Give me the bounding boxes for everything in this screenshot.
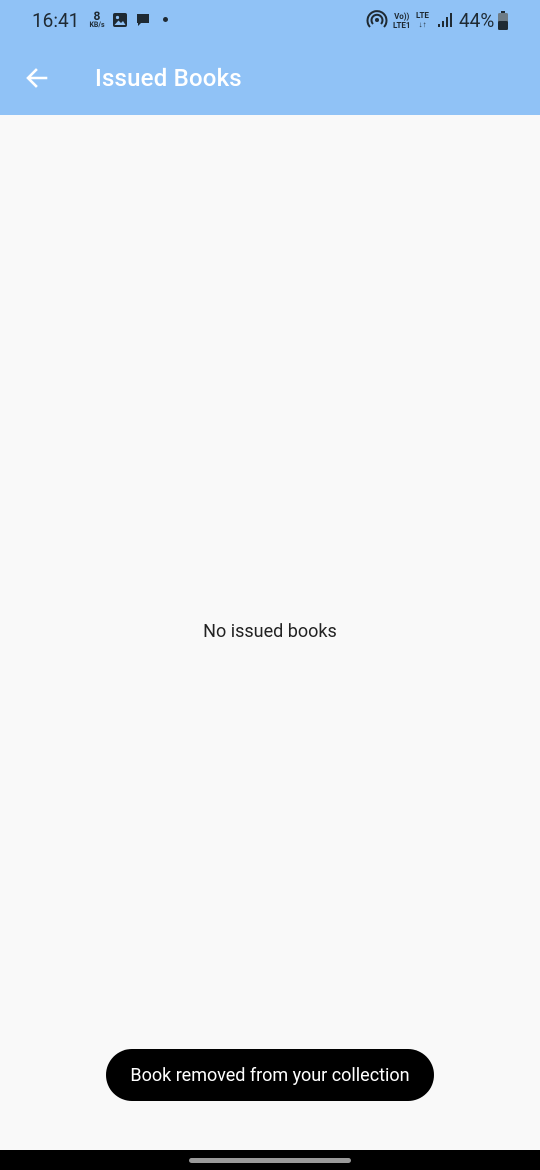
page-title: Issued Books [95,64,242,92]
volte-indicator: Vo)) LTE1 [393,12,411,30]
arrow-left-icon [26,68,48,88]
lte-top: LTE [416,11,429,20]
back-button[interactable] [16,57,58,99]
net-speed-unit: KB/s [89,21,105,29]
home-gesture-handle[interactable] [189,1158,351,1163]
snackbar-message: Book removed from your collection [130,1064,410,1086]
gallery-icon [113,13,127,27]
app-bar: Issued Books [0,40,540,115]
dot-icon [163,17,168,22]
battery-icon [498,11,508,30]
snackbar[interactable]: Book removed from your collection [106,1049,434,1101]
net-speed-indicator: 8 KB/s [87,10,107,29]
screen: 16:41 8 KB/s Vo)) LTE1 LTE ↓↑ 44% Issued… [0,0,540,1170]
volte-bottom: LTE1 [393,21,411,30]
volte-top: Vo)) [394,12,410,21]
battery-percentage: 44% [459,9,495,32]
lte-indicator: LTE ↓↑ [416,11,429,29]
hotspot-icon [366,10,388,28]
status-time: 16:41 [32,9,80,32]
navigation-bar [0,1150,540,1170]
chat-icon [137,14,149,26]
lte-bottom: ↓↑ [418,20,427,29]
status-bar: 16:41 8 KB/s Vo)) LTE1 LTE ↓↑ 44% [0,0,540,40]
issued-books-list: No issued books [0,115,540,1150]
empty-state-message: No issued books [203,621,337,642]
signal-icon [438,13,452,27]
